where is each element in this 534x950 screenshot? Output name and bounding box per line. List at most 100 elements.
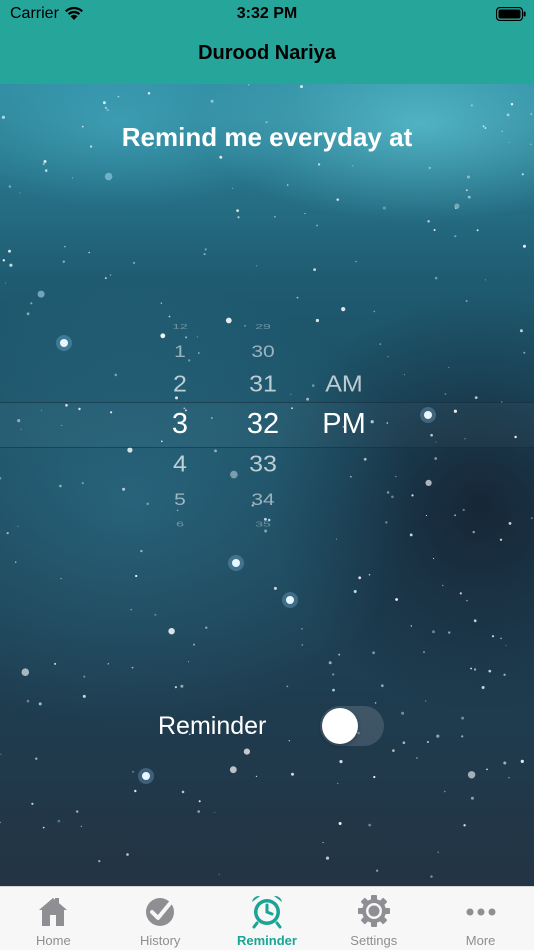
tab-history[interactable]: History xyxy=(107,887,214,950)
star xyxy=(198,800,201,803)
star xyxy=(54,662,57,665)
page-title: Durood Nariya xyxy=(198,42,336,64)
star xyxy=(491,635,495,638)
status-time: 3:32 PM xyxy=(236,5,298,22)
star xyxy=(473,619,477,623)
star xyxy=(291,772,294,776)
star xyxy=(503,761,507,765)
star xyxy=(520,759,524,764)
star xyxy=(14,561,17,563)
toggle-knob xyxy=(322,708,358,744)
star xyxy=(76,810,79,813)
star xyxy=(322,841,324,844)
star xyxy=(134,789,137,793)
star xyxy=(508,777,510,779)
star xyxy=(140,549,143,553)
star xyxy=(2,259,5,262)
picker-item[interactable]: 4 xyxy=(140,451,220,478)
star xyxy=(448,631,451,634)
picker-item-selected[interactable]: 3 xyxy=(140,408,220,441)
picker-item[interactable]: 34 xyxy=(223,490,303,509)
star xyxy=(338,653,341,656)
star xyxy=(83,675,86,678)
star xyxy=(463,824,466,827)
more-dots-icon xyxy=(466,908,496,916)
star xyxy=(42,162,45,166)
star xyxy=(132,261,136,265)
tab-home[interactable]: Home xyxy=(0,887,107,950)
star xyxy=(465,300,468,302)
star xyxy=(373,775,376,779)
space-background: Remind me everyday at 12 1 2 3 4 5 6 29 30 31 32 3… xyxy=(0,84,534,886)
time-picker[interactable]: 12 1 2 3 4 5 6 29 30 31 32 33 34 35 AM PM xyxy=(0,312,534,542)
star xyxy=(130,609,132,611)
picker-item[interactable]: 35 xyxy=(223,520,303,529)
star xyxy=(107,663,110,665)
star xyxy=(470,796,474,800)
picker-item[interactable]: 2 xyxy=(140,371,220,398)
reminder-label: Reminder xyxy=(158,712,267,740)
star xyxy=(71,177,73,179)
tab-more[interactable]: More xyxy=(427,887,534,950)
star xyxy=(353,590,357,593)
picker-item[interactable]: 33 xyxy=(223,451,303,478)
star xyxy=(60,578,62,580)
star xyxy=(382,206,386,210)
picker-item[interactable]: 6 xyxy=(140,520,220,529)
star xyxy=(416,757,418,759)
reminder-toggle-row: Reminder xyxy=(0,704,534,748)
star xyxy=(304,212,306,215)
star xyxy=(392,749,395,752)
star xyxy=(5,282,7,284)
star xyxy=(147,92,151,95)
star xyxy=(442,584,444,587)
tab-bar: Home History Reminder Settings More xyxy=(0,886,534,950)
tab-label: Home xyxy=(36,933,71,948)
star xyxy=(410,625,412,627)
star xyxy=(300,85,303,89)
star xyxy=(142,772,150,780)
star xyxy=(467,175,470,179)
star xyxy=(232,187,234,189)
picker-item-selected[interactable]: PM xyxy=(304,408,384,441)
star xyxy=(500,637,502,640)
star xyxy=(31,802,34,805)
star xyxy=(506,113,510,117)
star xyxy=(428,166,431,169)
star xyxy=(523,244,526,248)
star xyxy=(210,99,214,103)
star xyxy=(180,684,184,688)
picker-item[interactable]: 5 xyxy=(140,490,220,509)
picker-item[interactable]: 1 xyxy=(140,342,220,361)
star xyxy=(476,229,479,232)
star xyxy=(395,598,398,601)
picker-item[interactable]: AM xyxy=(304,371,384,398)
reminder-toggle[interactable] xyxy=(320,706,384,746)
minute-wheel[interactable]: 29 30 31 32 33 34 35 xyxy=(223,312,303,542)
star xyxy=(437,851,439,853)
star xyxy=(336,198,339,201)
picker-item[interactable]: 30 xyxy=(223,342,303,361)
star xyxy=(433,557,435,560)
tab-reminder[interactable]: Reminder xyxy=(214,887,321,950)
star xyxy=(338,822,342,825)
star xyxy=(8,185,12,188)
picker-item[interactable]: 29 xyxy=(223,322,303,331)
picker-item-selected[interactable]: 32 xyxy=(223,408,303,441)
picker-item[interactable]: 31 xyxy=(223,371,303,398)
star xyxy=(8,249,11,253)
star xyxy=(237,216,240,219)
star xyxy=(117,95,120,98)
star xyxy=(43,160,47,163)
star xyxy=(62,260,65,263)
star xyxy=(368,823,372,827)
star xyxy=(37,290,45,298)
star xyxy=(82,694,86,698)
period-wheel[interactable]: AM PM xyxy=(304,312,384,542)
gear-icon xyxy=(357,895,390,927)
tab-settings[interactable]: Settings xyxy=(320,887,427,950)
picker-item[interactable]: 12 xyxy=(140,322,220,331)
star xyxy=(486,768,488,771)
hour-wheel[interactable]: 12 1 2 3 4 5 6 xyxy=(140,312,220,542)
check-circle-icon xyxy=(146,898,175,926)
